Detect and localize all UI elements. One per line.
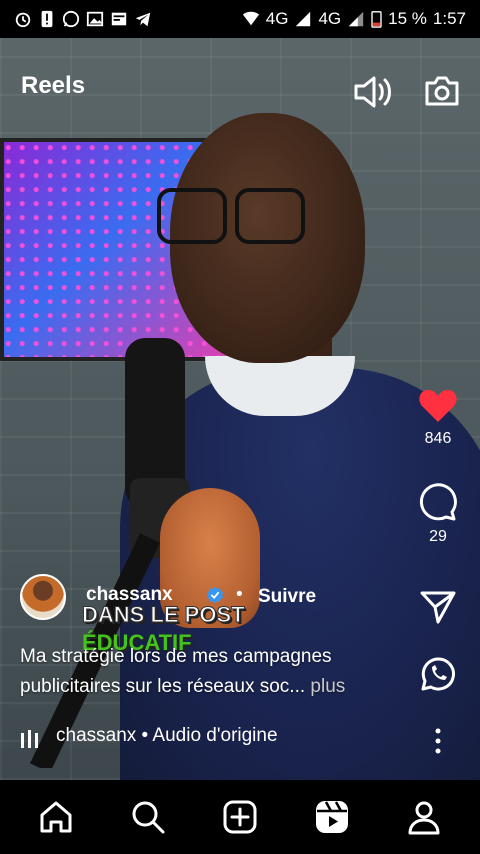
audio-row[interactable]: chassanx • Audio d'origine <box>20 725 400 749</box>
caption-more-link[interactable]: plus <box>310 676 345 697</box>
signal-icon <box>296 11 311 27</box>
status-left-icons <box>14 10 152 28</box>
profile-icon <box>408 801 440 835</box>
home-icon <box>40 801 72 833</box>
camera-icon[interactable] <box>424 74 460 108</box>
comment-action[interactable]: 29 <box>400 482 476 546</box>
create-icon <box>223 800 257 834</box>
nav-profile[interactable] <box>394 787 454 847</box>
comment-icon[interactable] <box>418 482 458 522</box>
whatsapp-icon <box>62 10 80 28</box>
send-icon[interactable] <box>420 590 456 624</box>
signal-icon-2 <box>348 11 364 27</box>
newspaper-icon <box>111 12 127 26</box>
search-icon <box>132 801 165 834</box>
reels-header: Reels <box>0 38 480 118</box>
like-action[interactable]: 846 <box>400 388 476 448</box>
follow-button[interactable]: Suivre <box>258 586 316 608</box>
alert-icon <box>41 10 53 28</box>
nav-reels[interactable] <box>302 787 362 847</box>
bottom-nav <box>0 780 480 854</box>
telegram-icon <box>135 12 151 27</box>
speaker-icon[interactable] <box>352 74 392 110</box>
alarm-icon <box>15 12 31 28</box>
status-right-icons: 4G 4G 15 % 1:57 <box>242 9 466 29</box>
verified-badge-icon <box>206 586 224 604</box>
whatsapp-share-action[interactable] <box>400 656 476 692</box>
like-count: 846 <box>424 430 452 447</box>
reels-icon <box>316 801 348 833</box>
status-bar: 4G 4G 15 % 1:57 <box>0 0 480 38</box>
wifi-hotspot-icon <box>242 11 259 26</box>
audio-bars-icon <box>21 730 38 748</box>
network-type-1: 4G <box>265 9 289 28</box>
username[interactable]: chassanx <box>86 584 173 606</box>
nav-create[interactable] <box>210 787 270 847</box>
more-options-icon[interactable] <box>428 728 448 754</box>
caption-text: Ma stratégie lors de mes campagnes publi… <box>20 646 332 697</box>
caption[interactable]: Ma stratégie lors de mes campagnes publi… <box>20 642 400 702</box>
separator-dot: • <box>236 584 243 605</box>
image-icon <box>86 11 104 27</box>
comment-count: 29 <box>429 528 447 545</box>
heart-icon[interactable] <box>418 388 458 424</box>
whatsapp-icon[interactable] <box>420 656 456 692</box>
page-title: Reels <box>21 72 86 99</box>
battery-icon <box>371 11 382 28</box>
clock: 1:57 <box>432 9 466 28</box>
battery-level: 15 % <box>388 9 427 28</box>
author-row: chassanx • Suivre <box>20 574 420 622</box>
person-glasses <box>155 188 340 244</box>
network-type-2: 4G <box>318 9 342 28</box>
nav-search[interactable] <box>118 787 178 847</box>
nav-home[interactable] <box>26 787 86 847</box>
avatar[interactable] <box>20 574 66 620</box>
audio-label: chassanx • Audio d'origine <box>56 725 278 746</box>
